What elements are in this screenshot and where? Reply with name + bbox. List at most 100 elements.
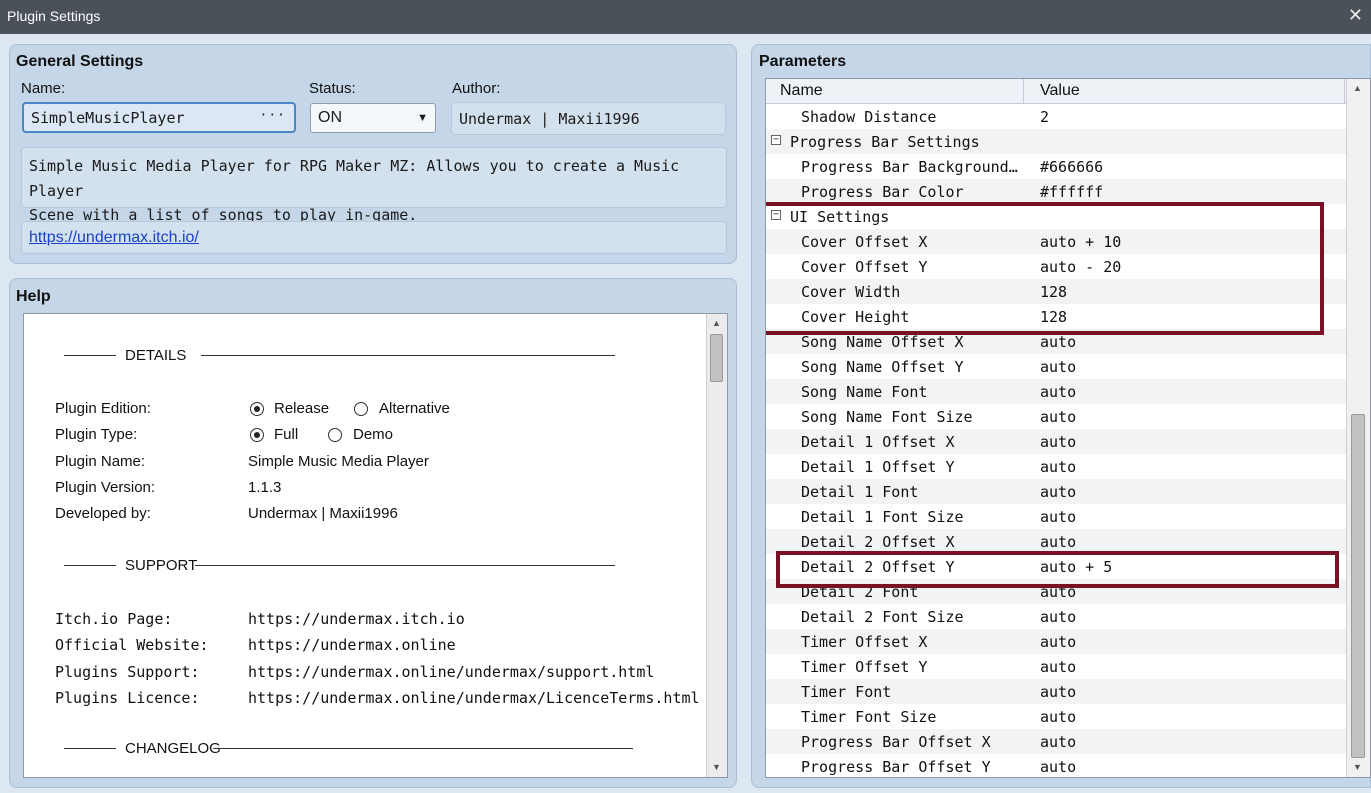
parameter-value[interactable]: auto — [1040, 458, 1076, 476]
parameter-value[interactable]: auto + 10 — [1040, 233, 1121, 251]
parameters-title: Parameters — [759, 53, 847, 70]
scroll-up-icon[interactable]: ▲ — [1350, 81, 1365, 96]
parameter-name: Cover Offset X — [801, 233, 928, 251]
scrollbar-thumb[interactable] — [1351, 414, 1365, 758]
radio-release[interactable] — [250, 402, 264, 416]
parameter-row[interactable]: Detail 1 Offset X auto — [766, 429, 1346, 454]
parameter-row[interactable]: Timer Offset X auto — [766, 629, 1346, 654]
window-titlebar: Plugin Settings ✕ — [0, 0, 1371, 34]
parameter-name: Progress Bar Background… — [801, 158, 1018, 176]
parameter-value[interactable]: auto - 20 — [1040, 258, 1121, 276]
parameter-row[interactable]: Song Name Font auto — [766, 379, 1346, 404]
parameter-value[interactable]: 128 — [1040, 283, 1067, 301]
parameter-value[interactable]: auto — [1040, 733, 1076, 751]
name-field[interactable]: SimpleMusicPlayer ··· — [22, 102, 296, 133]
parameter-row[interactable]: Cover Offset X auto + 10 — [766, 229, 1346, 254]
parameter-value[interactable]: auto — [1040, 508, 1076, 526]
parameter-value[interactable]: auto — [1040, 433, 1076, 451]
parameter-row[interactable]: Detail 1 Offset Y auto — [766, 454, 1346, 479]
parameter-value[interactable]: #666666 — [1040, 158, 1103, 176]
close-icon[interactable]: ✕ — [1348, 5, 1363, 26]
parameter-row[interactable]: Shadow Distance 2 — [766, 104, 1346, 129]
radio-full-label: Full — [274, 426, 299, 443]
website-value: https://undermax.online — [248, 636, 456, 654]
parameter-row[interactable]: Detail 1 Font auto — [766, 479, 1346, 504]
itch-value: https://undermax.itch.io — [248, 610, 465, 628]
status-select[interactable]: ON ▼ — [310, 103, 436, 133]
parameter-name: Song Name Font — [801, 383, 928, 401]
parameter-name: Progress Bar Settings — [790, 133, 980, 151]
author-label: Author: — [452, 80, 501, 97]
plugin-version-value: 1.1.3 — [248, 479, 282, 496]
parameter-row[interactable]: Timer Font auto — [766, 679, 1346, 704]
parameters-grid[interactable]: Name Value Shadow Distance 2− Progress Bar… — [765, 78, 1371, 778]
parameter-value[interactable]: 2 — [1040, 108, 1049, 126]
parameter-value[interactable]: auto — [1040, 483, 1076, 501]
radio-full[interactable] — [250, 428, 264, 442]
parameter-row[interactable]: Timer Offset Y auto — [766, 654, 1346, 679]
plugin-name-label: Plugin Name: — [55, 453, 146, 470]
parameter-value[interactable]: auto — [1040, 383, 1076, 401]
parameter-row[interactable]: Detail 2 Font Size auto — [766, 604, 1346, 629]
parameter-value[interactable]: auto — [1040, 708, 1076, 726]
author-field: Undermax | Maxii1996 — [451, 102, 726, 135]
parameter-value[interactable]: auto — [1040, 533, 1076, 551]
collapse-icon[interactable]: − — [771, 135, 781, 145]
parameters-scrollbar[interactable]: ▲ ▼ — [1346, 79, 1370, 777]
scroll-down-icon[interactable]: ▼ — [1350, 760, 1365, 775]
parameter-row[interactable]: Detail 1 Font Size auto — [766, 504, 1346, 529]
scroll-down-icon[interactable]: ▼ — [709, 760, 724, 775]
column-value-header[interactable]: Value — [1040, 82, 1080, 100]
parameter-row[interactable]: Song Name Offset Y auto — [766, 354, 1346, 379]
parameter-value[interactable]: auto — [1040, 683, 1076, 701]
parameter-name: Cover Width — [801, 283, 901, 301]
support-value: https://undermax.online/undermax/support… — [248, 663, 655, 681]
parameter-group-row[interactable]: − Progress Bar Settings — [766, 129, 1346, 154]
parameter-row[interactable]: Cover Offset Y auto - 20 — [766, 254, 1346, 279]
column-name-header[interactable]: Name — [780, 82, 823, 100]
radio-demo-label: Demo — [353, 426, 394, 443]
parameter-value[interactable]: #ffffff — [1040, 183, 1103, 201]
parameter-value[interactable]: auto — [1040, 633, 1076, 651]
parameter-group-row[interactable]: − UI Settings — [766, 204, 1346, 229]
parameter-row[interactable]: Progress Bar Offset Y auto — [766, 754, 1346, 777]
parameter-value[interactable]: auto — [1040, 658, 1076, 676]
help-content[interactable]: DETAILS Plugin Edition: Release Alternat… — [23, 313, 728, 778]
parameter-row[interactable]: Detail 2 Offset Y auto + 5 — [766, 554, 1346, 579]
status-value: ON — [318, 109, 342, 126]
divider — [64, 355, 116, 356]
scroll-up-icon[interactable]: ▲ — [709, 316, 724, 331]
parameter-row[interactable]: Song Name Font Size auto — [766, 404, 1346, 429]
parameter-row[interactable]: Timer Font Size auto — [766, 704, 1346, 729]
parameter-value[interactable]: auto — [1040, 333, 1076, 351]
parameter-name: Detail 1 Font — [801, 483, 919, 501]
parameter-value[interactable]: auto + 5 — [1040, 558, 1112, 576]
divider — [213, 748, 633, 749]
parameter-value[interactable]: auto — [1040, 583, 1076, 601]
parameter-value[interactable]: auto — [1040, 608, 1076, 626]
collapse-icon[interactable]: − — [771, 210, 781, 220]
parameter-row[interactable]: Cover Height 128 — [766, 304, 1346, 329]
radio-alternative[interactable] — [354, 402, 368, 416]
help-title: Help — [16, 288, 51, 305]
parameter-row[interactable]: Progress Bar Offset X auto — [766, 729, 1346, 754]
help-scrollbar[interactable]: ▲ ▼ — [706, 314, 727, 777]
parameter-value[interactable]: auto — [1040, 358, 1076, 376]
radio-demo[interactable] — [328, 428, 342, 442]
parameter-name: Song Name Font Size — [801, 408, 973, 426]
parameter-value[interactable]: auto — [1040, 758, 1076, 776]
parameter-value[interactable]: 128 — [1040, 308, 1067, 326]
licence-label: Plugins Licence: — [55, 689, 200, 707]
parameter-row[interactable]: Progress Bar Background… #666666 — [766, 154, 1346, 179]
parameter-row[interactable]: Cover Width 128 — [766, 279, 1346, 304]
parameter-value[interactable]: auto — [1040, 408, 1076, 426]
parameter-row[interactable]: Detail 2 Offset X auto — [766, 529, 1346, 554]
author-url-link[interactable]: https://undermax.itch.io/ — [29, 229, 199, 247]
parameter-row[interactable]: Detail 2 Font auto — [766, 579, 1346, 604]
general-settings-title: General Settings — [16, 53, 144, 70]
parameter-row[interactable]: Progress Bar Color #ffffff — [766, 179, 1346, 204]
help-panel: Help DETAILS Plugin Edition: Release Alt… — [9, 278, 737, 788]
browse-button[interactable]: ··· — [260, 108, 286, 123]
scrollbar-thumb[interactable] — [710, 334, 723, 382]
parameter-row[interactable]: Song Name Offset X auto — [766, 329, 1346, 354]
